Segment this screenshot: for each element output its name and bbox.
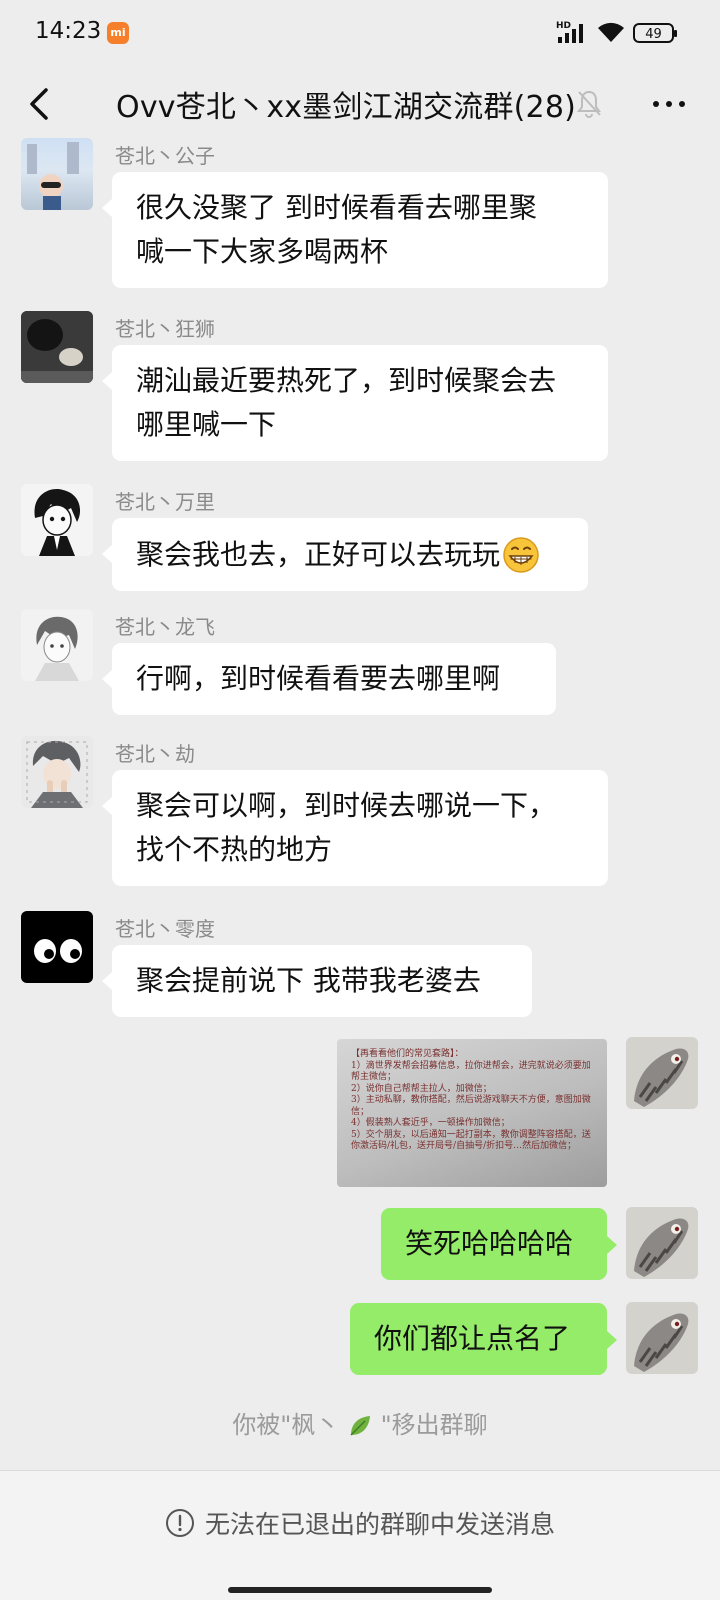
avatar[interactable] [21, 609, 93, 681]
bubble-tail [102, 972, 112, 990]
chevron-left-icon [30, 88, 48, 120]
avatar[interactable] [21, 736, 93, 808]
chat-screen: 14:23 mi HD 49 Ovv苍北丶xx墨剑江湖交流群(28) 苍北丶公子… [0, 0, 720, 1600]
home-indicator[interactable] [228, 1587, 492, 1593]
signal-icon: HD [556, 21, 583, 43]
my-avatar[interactable] [626, 1037, 698, 1109]
message-bubble[interactable]: 潮汕最近要热死了，到时候聚会去 哪里喊一下 [112, 345, 608, 461]
bubble-tail [607, 1236, 617, 1254]
sender-name: 苍北丶零度 [115, 917, 215, 941]
avatar[interactable] [21, 911, 93, 983]
message-text: 聚会可以啊，到时候去哪说一下， 找个不热的地方 [136, 789, 557, 866]
sender-name: 苍北丶劫 [115, 742, 195, 766]
bubble-tail [102, 797, 112, 815]
leaf-icon [350, 1416, 370, 1436]
back-button[interactable] [22, 84, 58, 124]
more-dots-icon [653, 101, 685, 107]
battery-level: 49 [645, 27, 662, 42]
message-bubble[interactable]: 聚会可以啊，到时候去哪说一下， 找个不热的地方 [112, 770, 608, 886]
message-text: 聚会我也去，正好可以去玩玩 [136, 538, 501, 571]
bubble-tail [102, 670, 112, 688]
message-bubble[interactable]: 聚会提前说下 我带我老婆去 [112, 945, 532, 1017]
message-bubble[interactable]: 很久没聚了 到时候看看去哪里聚 喊一下大家多喝两杯 [112, 172, 608, 288]
message-text: 潮汕最近要热死了，到时候聚会去 哪里喊一下 [136, 364, 557, 441]
message-bubble[interactable]: 聚会我也去，正好可以去玩玩 [112, 518, 588, 591]
message-text: 聚会提前说下 我带我老婆去 [136, 964, 481, 997]
avatar[interactable] [21, 138, 93, 210]
status-time: 14:23 [35, 18, 102, 44]
avatar[interactable] [21, 311, 93, 383]
sender-name: 苍北丶龙飞 [115, 615, 215, 639]
avatar[interactable] [21, 484, 93, 556]
message-bubble[interactable]: 你们都让点名了 [350, 1303, 607, 1375]
chat-title: Ovv苍北丶xx墨剑江湖交流群(28) [116, 90, 577, 125]
chat-header: Ovv苍北丶xx墨剑江湖交流群(28) [0, 66, 720, 146]
footer-message: 无法在已退出的群聊中发送消息 [0, 1505, 720, 1541]
footer-text: 无法在已退出的群聊中发送消息 [204, 1510, 555, 1539]
system-notice-before: 你被"枫丶 [232, 1411, 340, 1439]
network-label: HD [556, 21, 571, 31]
system-notice-after: "移出群聊 [380, 1411, 488, 1439]
grinning-face-icon [503, 537, 539, 573]
sender-name: 苍北丶公子 [115, 144, 215, 168]
bell-off-icon [577, 90, 601, 118]
message-text: 行啊，到时候看看要去哪里啊 [136, 662, 501, 695]
mi-badge-icon: mi [107, 22, 129, 44]
battery-icon: 49 [633, 23, 677, 43]
status-bar: 14:23 mi HD 49 [0, 0, 720, 66]
my-avatar[interactable] [626, 1302, 698, 1374]
system-notice: 你被"枫丶 "移出群聊 [0, 1405, 720, 1440]
info-circle-icon [165, 1509, 194, 1537]
message-bubble[interactable]: 笑死哈哈哈哈 [381, 1208, 607, 1280]
more-button[interactable] [650, 92, 690, 116]
bubble-tail [102, 545, 112, 563]
message-text: 你们都让点名了 [374, 1322, 571, 1355]
sender-name: 苍北丶狂狮 [115, 317, 215, 341]
bubble-tail [102, 199, 112, 217]
message-text: 很久没聚了 到时候看看去哪里聚 喊一下大家多喝两杯 [136, 191, 537, 268]
bubble-tail [102, 372, 112, 390]
message-bubble[interactable]: 行啊，到时候看看要去哪里啊 [112, 643, 556, 715]
image-message[interactable]: 【再看看他们的常见套路】： 1）滴世界发帮会招募信息，拉你进帮会，进完就说必须要… [337, 1039, 607, 1187]
my-avatar[interactable] [626, 1207, 698, 1279]
wifi-icon [598, 22, 624, 42]
message-text: 笑死哈哈哈哈 [405, 1227, 574, 1260]
bubble-tail [607, 1331, 617, 1349]
image-text: 【再看看他们的常见套路】： 1）滴世界发帮会招募信息，拉你进帮会，进完就说必须要… [351, 1049, 591, 1151]
sender-name: 苍北丶万里 [115, 490, 215, 514]
footer: 无法在已退出的群聊中发送消息 [0, 1470, 720, 1600]
